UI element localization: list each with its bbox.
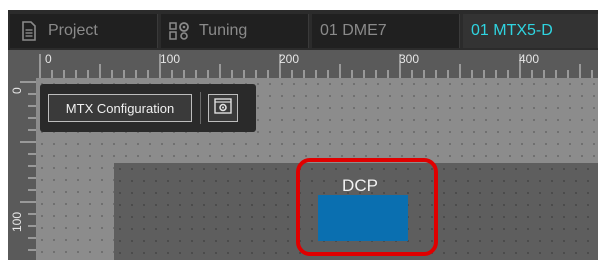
tuning-icon bbox=[169, 20, 191, 42]
ruler-corner bbox=[8, 50, 36, 78]
tab-label: Project bbox=[48, 22, 98, 39]
tab-label: 01 MTX5-D bbox=[471, 22, 553, 39]
gear-window-icon bbox=[214, 97, 232, 119]
horizontal-ruler: 0 100 200 300 400 bbox=[36, 50, 598, 78]
tab-01-dme7[interactable]: 01 DME7 bbox=[312, 14, 460, 48]
ruler-label: 0 bbox=[10, 87, 24, 94]
tab-project[interactable]: Project bbox=[10, 14, 158, 48]
ruler-label: 100 bbox=[160, 52, 181, 66]
mtx-configuration-button[interactable]: MTX Configuration bbox=[48, 94, 192, 122]
device-config-button[interactable] bbox=[208, 94, 238, 122]
ruler-label: 200 bbox=[279, 52, 300, 66]
dcp-highlight-callout bbox=[296, 158, 438, 256]
ruler-label: 100 bbox=[10, 211, 24, 232]
vertical-ruler-ticks bbox=[20, 81, 36, 251]
tab-tuning[interactable]: Tuning bbox=[161, 14, 309, 48]
tab-bar: Project Tuning 01 DME7 01 MTX5-D bbox=[8, 10, 598, 50]
document-icon bbox=[18, 20, 40, 42]
ruler-label: 300 bbox=[399, 52, 420, 66]
ruler-label: 0 bbox=[45, 52, 52, 66]
tab-label: Tuning bbox=[199, 22, 248, 39]
vertical-ruler: 0 100 bbox=[8, 78, 36, 260]
toolbar-divider bbox=[200, 92, 201, 124]
tab-label: 01 DME7 bbox=[320, 22, 387, 39]
ruler-label: 400 bbox=[519, 52, 540, 66]
floating-toolbar: MTX Configuration bbox=[40, 84, 256, 132]
button-label: MTX Configuration bbox=[65, 100, 175, 116]
tab-01-mtx5-d[interactable]: 01 MTX5-D bbox=[463, 14, 598, 48]
horizontal-ruler-ticks bbox=[39, 54, 593, 78]
